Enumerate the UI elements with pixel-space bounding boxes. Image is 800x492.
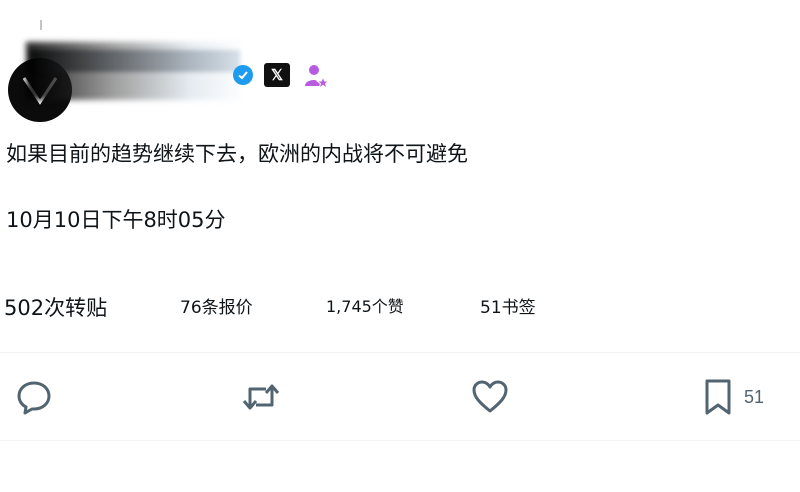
verified-badge-icon — [233, 65, 253, 85]
tweet-header: 𝕏 — [0, 20, 800, 122]
reply-button[interactable] — [14, 374, 54, 420]
retweet-icon — [242, 384, 280, 410]
like-button[interactable] — [470, 374, 510, 420]
bookmark-icon — [705, 379, 731, 415]
divider-tick — [40, 20, 42, 30]
affiliate-person-icon[interactable] — [302, 62, 331, 90]
divider — [0, 440, 800, 441]
tweet-timestamp[interactable]: 10月10日下午8时05分 — [6, 206, 226, 234]
blurred-username[interactable] — [30, 50, 240, 72]
reply-icon — [17, 381, 51, 415]
retweet-count[interactable]: 502次转贴 — [4, 292, 107, 324]
action-bar: 51 — [0, 374, 800, 420]
tweet-stats: 502次转贴 76条报价 1,745个赞 51书签 — [0, 292, 800, 326]
bookmark-action-count: 51 — [744, 386, 765, 407]
tweet-text: 如果目前的趋势继续下去，欧洲的内战将不可避免 — [6, 142, 468, 166]
heart-icon — [472, 380, 508, 413]
quote-count[interactable]: 76条报价 — [180, 292, 253, 324]
bookmark-count[interactable]: 51书签 — [480, 292, 536, 324]
retweet-button[interactable] — [240, 374, 282, 420]
bookmark-button[interactable]: 51 — [702, 374, 764, 420]
like-count[interactable]: 1,745个赞 — [326, 292, 404, 322]
x-logo-icon: 𝕏 — [264, 63, 290, 87]
divider — [0, 352, 800, 353]
